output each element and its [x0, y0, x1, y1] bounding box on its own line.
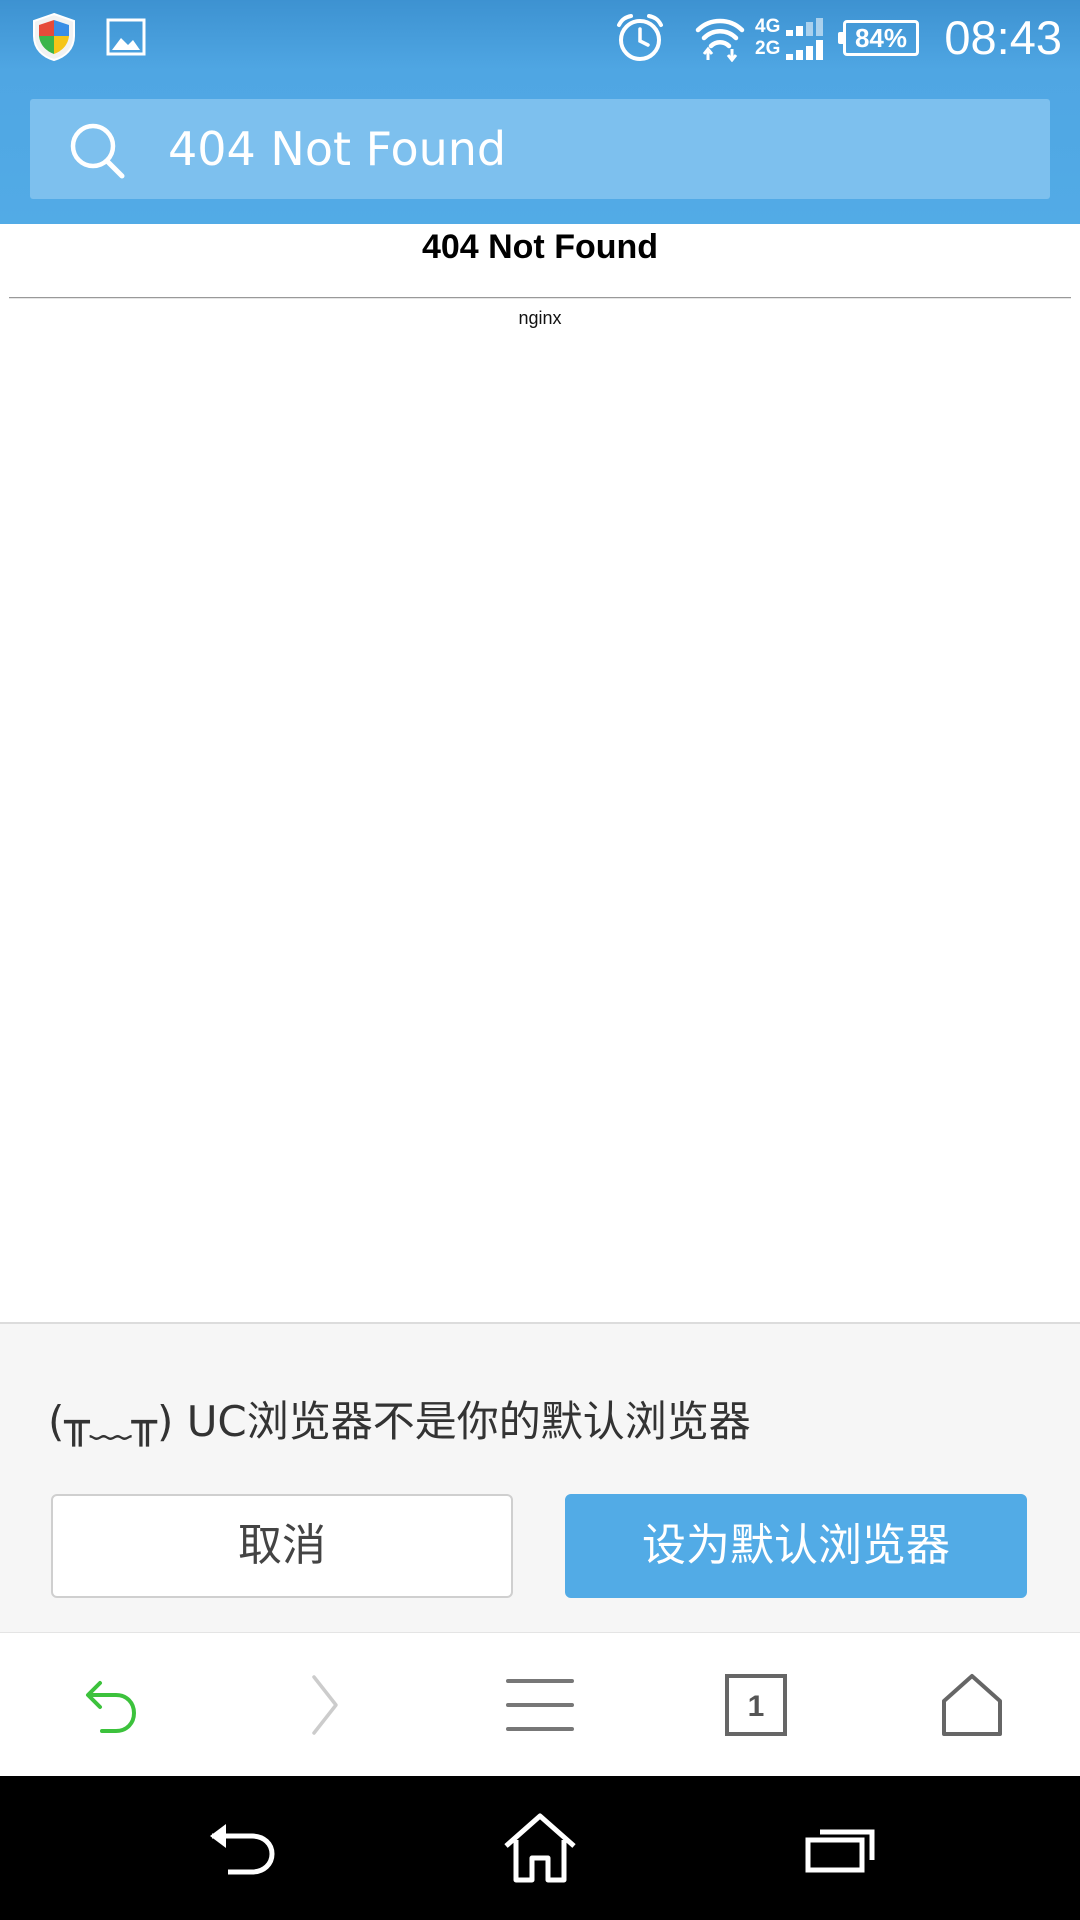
- alarm-icon: [614, 12, 666, 68]
- browser-header: 4G 2G 84% 08:43 404 Not Found: [0, 0, 1080, 224]
- url-text[interactable]: 404 Not Found: [168, 99, 506, 199]
- back-icon: [86, 1681, 137, 1733]
- network-type-top: 4G: [755, 16, 781, 37]
- default-browser-prompt: (╥﹏╥) UC浏览器不是你的默认浏览器 取消 设为默认浏览器: [0, 1322, 1080, 1632]
- search-icon[interactable]: [68, 121, 128, 185]
- tabs-icon: 1: [725, 1674, 787, 1736]
- menu-button[interactable]: [432, 1633, 648, 1777]
- nav-home-button[interactable]: [440, 1776, 640, 1920]
- shield-icon: [30, 12, 78, 66]
- forward-button[interactable]: [216, 1633, 432, 1777]
- menu-icon: [506, 1679, 574, 1731]
- network-type: 4G 2G: [755, 16, 789, 60]
- gallery-icon: [106, 18, 146, 60]
- nav-home-icon: [504, 1813, 576, 1883]
- forward-icon: [312, 1675, 338, 1735]
- home-button[interactable]: [864, 1633, 1080, 1777]
- tab-count: 1: [748, 1690, 765, 1723]
- cancel-button[interactable]: 取消: [51, 1494, 513, 1598]
- url-bar[interactable]: 404 Not Found: [30, 99, 1050, 199]
- back-button[interactable]: [0, 1633, 216, 1777]
- browser-toolbar: 1: [0, 1632, 1080, 1776]
- nav-recents-button[interactable]: [740, 1776, 940, 1920]
- system-nav-bar: [0, 1776, 1080, 1920]
- prompt-message: (╥﹏╥) UC浏览器不是你的默认浏览器: [48, 1397, 751, 1446]
- tabs-button[interactable]: 1: [648, 1633, 864, 1777]
- status-bar: 4G 2G 84% 08:43: [0, 0, 1080, 76]
- home-icon: [942, 1674, 1002, 1736]
- page-title: 404 Not Found: [421, 228, 659, 266]
- battery-icon: 84%: [838, 20, 919, 56]
- set-default-browser-button[interactable]: 设为默认浏览器: [565, 1494, 1027, 1598]
- status-time: 08:43: [944, 11, 1062, 64]
- nav-recents-icon: [805, 1829, 875, 1873]
- wifi-icon: [694, 14, 746, 66]
- server-name: nginx: [518, 308, 562, 328]
- network-type-bottom: 2G: [755, 38, 781, 59]
- nav-back-button[interactable]: [140, 1776, 340, 1920]
- signal-icon: [786, 16, 826, 64]
- page-divider: [9, 297, 1071, 299]
- nav-back-icon: [210, 1824, 275, 1875]
